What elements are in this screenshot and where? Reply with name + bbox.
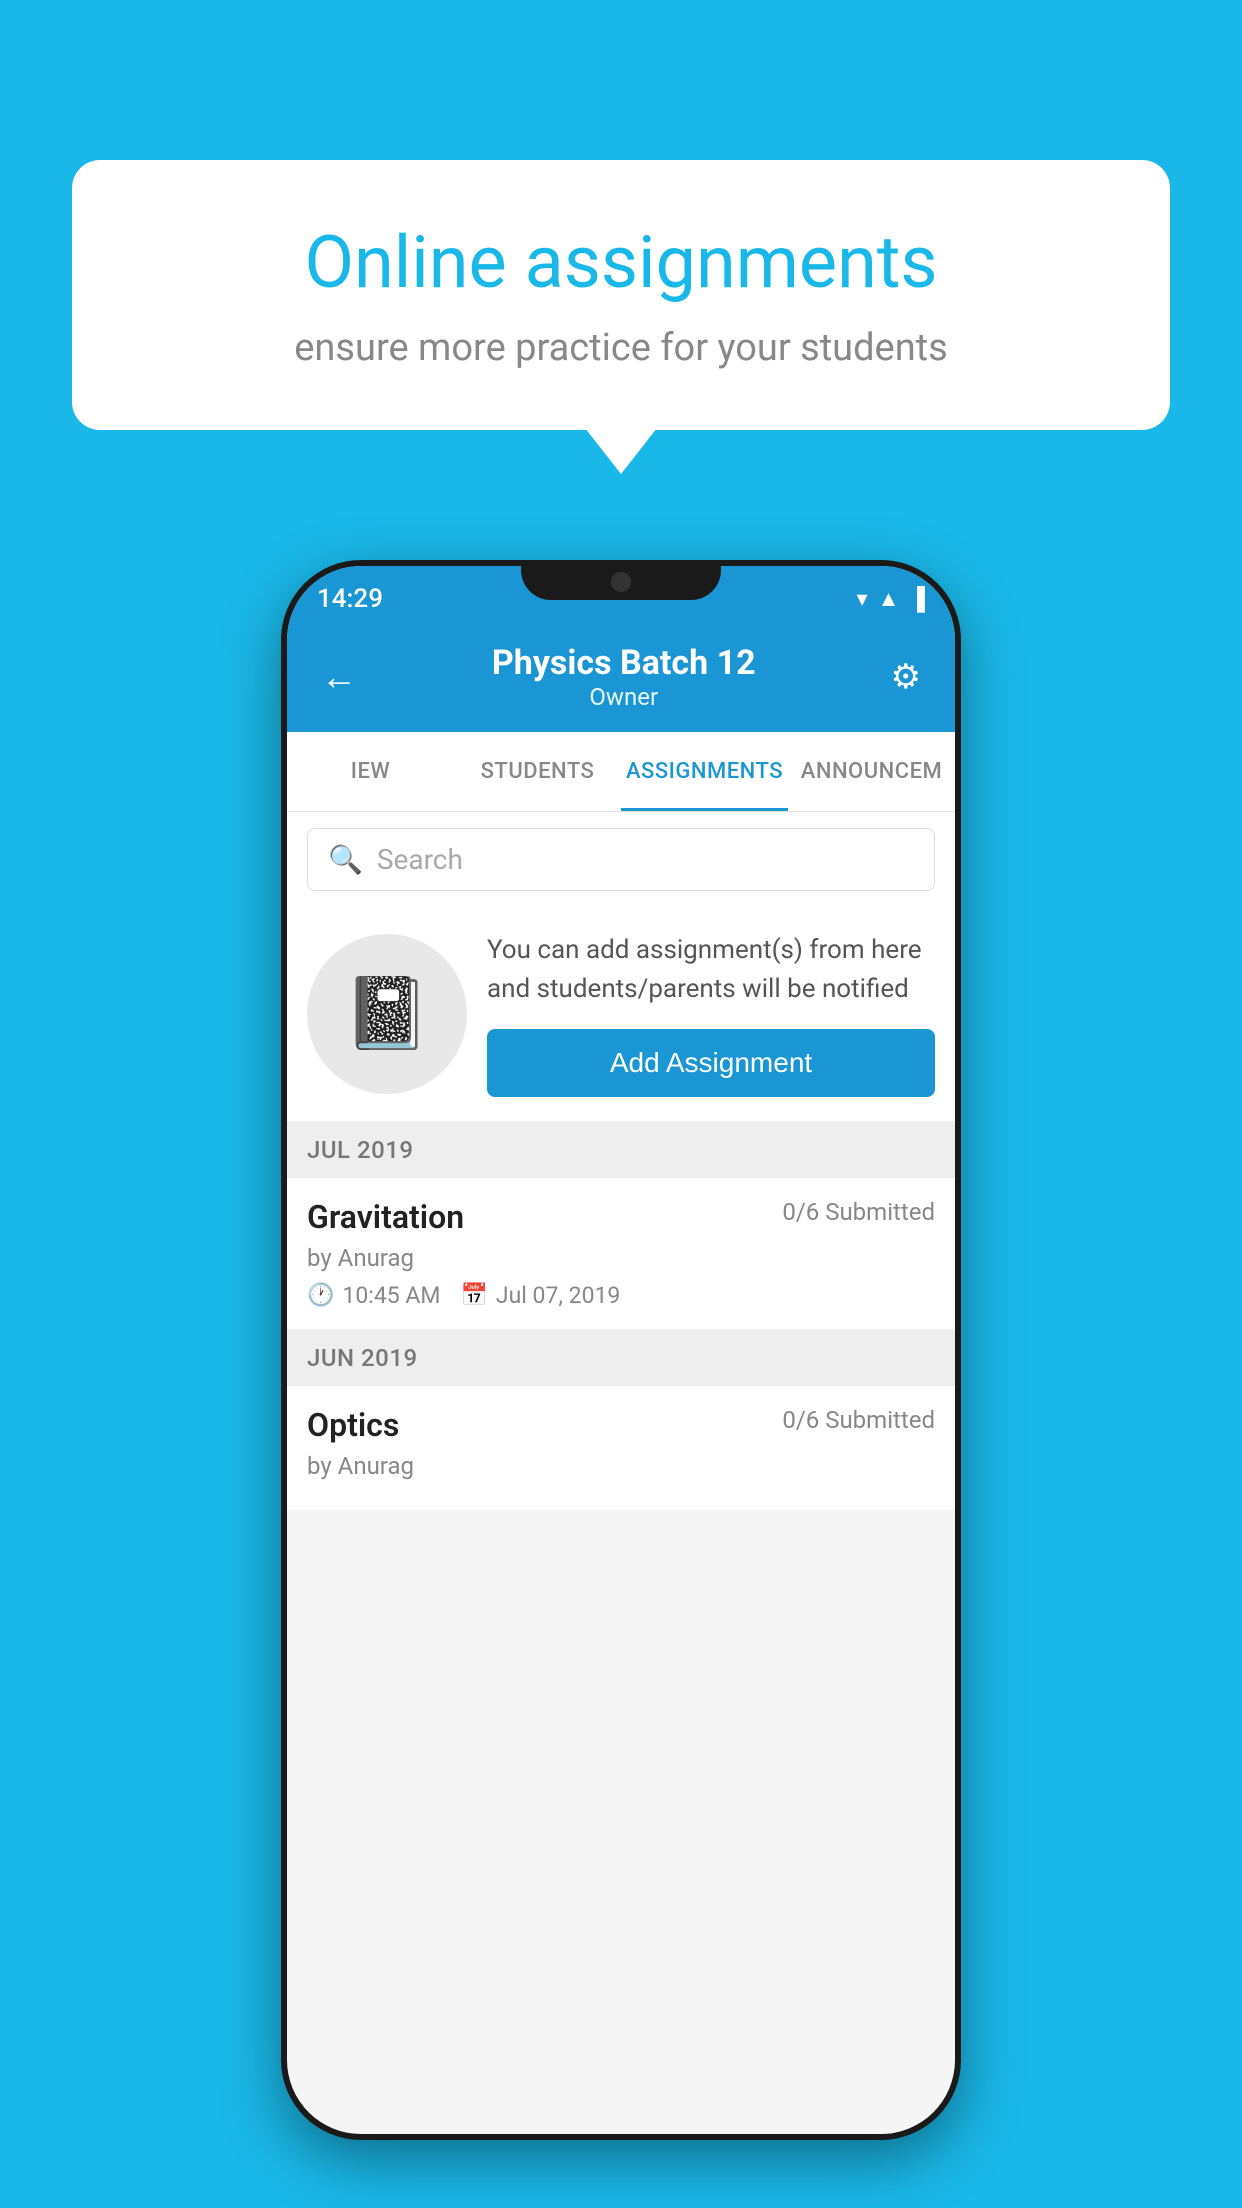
search-input[interactable]: Search	[377, 843, 463, 876]
tab-students[interactable]: STUDENTS	[454, 732, 621, 811]
tab-announcements[interactable]: ANNOUNCEM	[788, 732, 955, 811]
back-button[interactable]: ←	[311, 646, 367, 708]
status-time: 14:29	[317, 584, 383, 614]
battery-icon: ▐	[909, 586, 925, 612]
assignment-name: Gravitation	[307, 1198, 464, 1236]
assignment-by: by Anurag	[307, 1244, 935, 1272]
table-row[interactable]: Gravitation 0/6 Submitted by Anurag 🕐 10…	[287, 1178, 955, 1330]
tab-assignments[interactable]: ASSIGNMENTS	[621, 732, 788, 811]
promo-icon-circle: 📓	[307, 934, 467, 1094]
assignment-header: Gravitation 0/6 Submitted	[307, 1198, 935, 1236]
promo-content: You can add assignment(s) from here and …	[487, 931, 935, 1097]
table-row[interactable]: Optics 0/6 Submitted by Anurag	[287, 1386, 955, 1511]
assignment-by-optics: by Anurag	[307, 1452, 935, 1480]
tab-iew[interactable]: IEW	[287, 732, 454, 811]
notebook-icon: 📓	[343, 973, 430, 1055]
tab-students-label: STUDENTS	[481, 759, 595, 784]
assignment-submitted-optics: 0/6 Submitted	[782, 1406, 935, 1434]
month-header-jul: JUL 2019	[287, 1122, 955, 1178]
app-bar: ← Physics Batch 12 Owner ⚙	[287, 622, 955, 732]
tabs-bar: IEW STUDENTS ASSIGNMENTS ANNOUNCEM	[287, 732, 955, 812]
assignment-date: 📅 Jul 07, 2019	[460, 1282, 620, 1309]
tab-assignments-label: ASSIGNMENTS	[626, 759, 783, 784]
search-icon: 🔍	[328, 843, 363, 876]
phone-frame: 14:29 ▾ ▲ ▐ ← Physics Batch 12 Owner ⚙ I…	[281, 560, 961, 2140]
speech-bubble-container: Online assignments ensure more practice …	[72, 160, 1170, 430]
assignment-date-value: Jul 07, 2019	[496, 1282, 620, 1309]
phone-notch	[521, 560, 721, 600]
status-icons: ▾ ▲ ▐	[857, 586, 925, 612]
tab-iew-label: IEW	[351, 759, 391, 784]
calendar-icon: 📅	[460, 1283, 487, 1308]
phone-camera	[611, 572, 631, 592]
wifi-icon: ▾	[857, 587, 868, 612]
assignment-time: 🕐 10:45 AM	[307, 1282, 440, 1309]
phone-screen: 14:29 ▾ ▲ ▐ ← Physics Batch 12 Owner ⚙ I…	[287, 566, 955, 2134]
clock-icon: 🕐	[307, 1283, 334, 1308]
promo-section: 📓 You can add assignment(s) from here an…	[287, 907, 955, 1122]
signal-icon: ▲	[878, 586, 900, 612]
tab-announcements-label: ANNOUNCEM	[801, 759, 943, 784]
promo-text: You can add assignment(s) from here and …	[487, 931, 935, 1009]
speech-bubble-subtitle: ensure more practice for your students	[142, 326, 1100, 370]
settings-button[interactable]: ⚙	[881, 647, 931, 707]
assignment-header-optics: Optics 0/6 Submitted	[307, 1406, 935, 1444]
search-container: 🔍 Search	[287, 812, 955, 907]
speech-bubble-title: Online assignments	[142, 220, 1100, 306]
assignment-meta: 🕐 10:45 AM 📅 Jul 07, 2019	[307, 1282, 935, 1309]
speech-bubble: Online assignments ensure more practice …	[72, 160, 1170, 430]
assignment-time-value: 10:45 AM	[342, 1282, 440, 1309]
app-bar-title-section: Physics Batch 12 Owner	[367, 643, 881, 711]
assignment-name-optics: Optics	[307, 1406, 399, 1444]
search-input-wrapper[interactable]: 🔍 Search	[307, 828, 935, 891]
assignment-submitted: 0/6 Submitted	[782, 1198, 935, 1226]
app-bar-subtitle: Owner	[367, 683, 881, 711]
app-bar-title: Physics Batch 12	[367, 643, 881, 683]
add-assignment-button[interactable]: Add Assignment	[487, 1029, 935, 1097]
month-header-jun: JUN 2019	[287, 1330, 955, 1386]
